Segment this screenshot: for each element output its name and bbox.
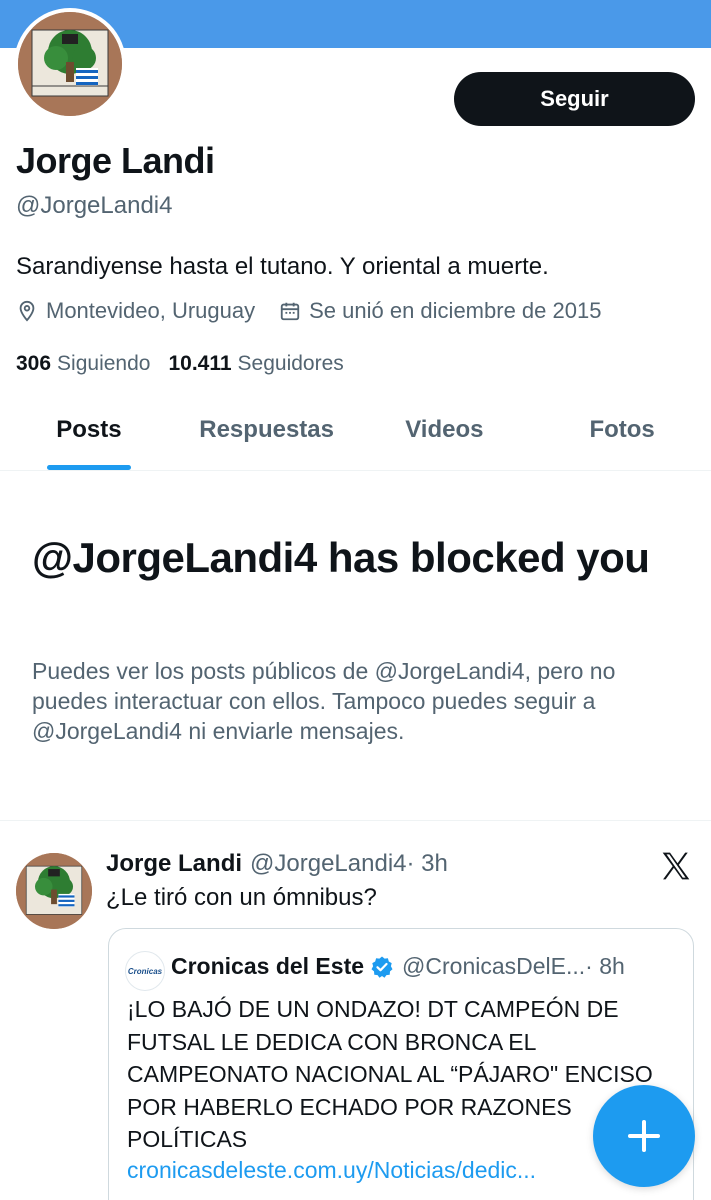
active-tab-indicator	[46, 465, 131, 470]
tab-fotos[interactable]: Fotos	[533, 400, 711, 470]
location-text: Montevideo, Uruguay	[46, 298, 256, 323]
x-logo-icon[interactable]	[660, 850, 692, 882]
joined-text: Se unió en diciembre de 2015	[309, 298, 602, 323]
profile-bio: Sarandiyense hasta el tutano. Y oriental…	[16, 253, 549, 280]
quote-text: ¡LO BAJÓ DE UN ONDAZO! DT CAMPEÓN DE FUT…	[127, 996, 653, 1152]
tab-respuestas[interactable]: Respuestas	[178, 400, 356, 470]
following-link[interactable]: 306 Siguiendo	[16, 352, 150, 376]
quote-author[interactable]: Cronicas del Este	[171, 953, 364, 980]
tab-posts[interactable]: Posts	[0, 400, 178, 470]
quote-link[interactable]: cronicasdeleste.com.uy/Noticias/dedic...	[127, 1157, 536, 1184]
crest-image	[16, 853, 92, 929]
profile-avatar[interactable]	[14, 8, 126, 120]
post-author[interactable]: Jorge Landi	[106, 850, 242, 878]
tab-label: Fotos	[589, 416, 655, 443]
divider	[0, 820, 711, 821]
post-header: Jorge Landi @JorgeLandi4 · 3h	[106, 850, 448, 878]
following-label: Siguiendo	[57, 352, 151, 375]
followers-link[interactable]: 10.411 Seguidores	[168, 352, 343, 376]
tab-videos[interactable]: Videos	[356, 400, 534, 470]
followers-label: Seguidores	[237, 352, 344, 375]
post-time[interactable]: · 3h	[407, 850, 448, 878]
profile-tabs: Posts Respuestas Videos Fotos	[0, 400, 711, 471]
plus-icon	[628, 1120, 660, 1152]
post-text: ¿Le tiró con un ómnibus?	[106, 884, 377, 911]
followers-count: 10.411	[168, 352, 232, 375]
location-pin-icon	[19, 300, 35, 322]
quote-header: Cronicas del Este @CronicasDelE... · 8h	[171, 953, 625, 980]
profile-name: Jorge Landi	[16, 140, 215, 181]
tab-label: Posts	[56, 416, 122, 443]
location-item: Montevideo, Uruguay	[16, 298, 255, 324]
follow-button[interactable]: Seguir	[454, 72, 695, 126]
post-avatar[interactable]	[16, 853, 92, 929]
following-count: 306	[16, 352, 52, 375]
compose-button[interactable]	[593, 1085, 695, 1187]
quote-logo-text: Cronicas	[127, 966, 163, 976]
profile-handle: @JorgeLandi4	[16, 192, 173, 219]
tab-label: Respuestas	[199, 416, 334, 443]
profile-meta: Montevideo, Uruguay Se unió en diciembre…	[16, 298, 625, 324]
joined-item: Se unió en diciembre de 2015	[279, 298, 601, 324]
crest-image	[18, 12, 122, 116]
quote-handle[interactable]: @CronicasDelE...	[402, 953, 585, 980]
blocked-title: @JorgeLandi4 has blocked you	[32, 534, 650, 581]
tab-label: Videos	[405, 416, 484, 443]
blocked-message: Puedes ver los posts públicos de @JorgeL…	[32, 658, 616, 744]
calendar-icon	[280, 302, 300, 321]
avatar-image	[18, 12, 122, 116]
quote-time[interactable]: · 8h	[585, 953, 625, 980]
follow-counts: 306 Siguiendo 10.411 Seguidores	[16, 352, 362, 376]
quote-avatar[interactable]: Cronicas	[125, 951, 165, 991]
verified-badge-icon	[371, 956, 393, 978]
post-handle[interactable]: @JorgeLandi4	[250, 850, 406, 878]
